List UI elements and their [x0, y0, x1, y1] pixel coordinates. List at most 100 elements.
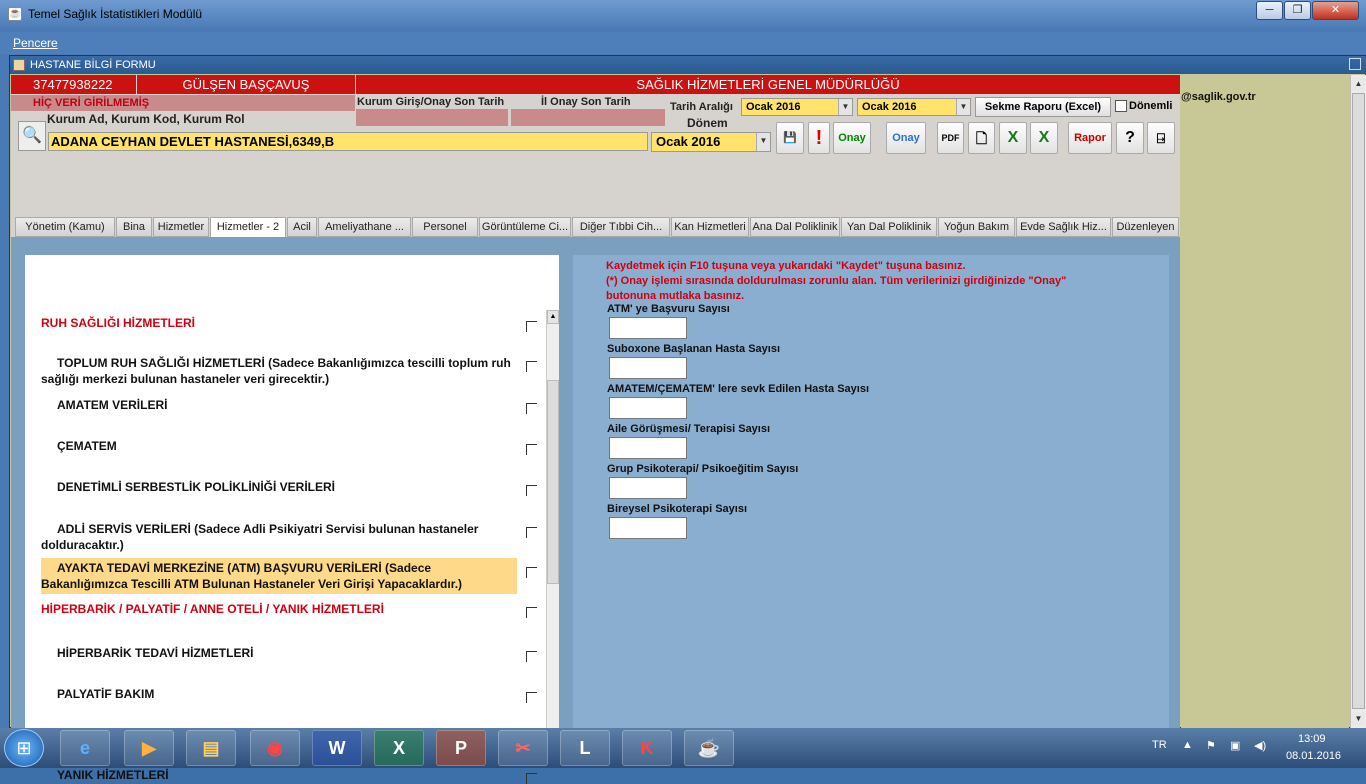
section-item[interactable]: ÇEMATEM — [41, 438, 511, 454]
onay-button-blue[interactable]: Onay — [886, 122, 926, 154]
tab-14[interactable]: Düzenleyen — [1112, 217, 1179, 237]
scroll-down-icon[interactable]: ▼ — [1352, 712, 1365, 726]
section-checkbox[interactable] — [526, 651, 537, 662]
network-icon[interactable]: ▣ — [1230, 739, 1240, 752]
section-item[interactable]: YANIK HİZMETLERİ — [41, 767, 511, 783]
section-checkbox[interactable] — [526, 444, 537, 455]
field-input[interactable] — [609, 517, 687, 539]
section-item[interactable]: ADLİ SERVİS VERİLERİ (Sadece Adli Psikiy… — [41, 521, 511, 553]
language-indicator[interactable]: TR — [1152, 739, 1167, 751]
lync-icon[interactable]: L — [560, 730, 610, 766]
kaspersky-icon[interactable]: K — [622, 730, 672, 766]
tab-9[interactable]: Kan Hizmetleri — [671, 217, 749, 237]
save-instruction: Kaydetmek için F10 tuşuna veya yukarıdak… — [606, 260, 966, 272]
date-to-select[interactable]: Ocak 2016 ▼ — [857, 98, 971, 116]
excel-all-icon[interactable]: X — [1030, 122, 1058, 154]
hospital-field[interactable]: ADANA CEYHAN DEVLET HASTANESİ,6349,B — [48, 132, 648, 151]
start-button[interactable]: ⊞ — [4, 729, 44, 767]
word-icon[interactable]: W — [312, 730, 362, 766]
search-icon[interactable]: 🔍 — [18, 121, 46, 151]
section-item[interactable]: HİPERBARİK / PALYATİF / ANNE OTELİ / YAN… — [41, 601, 511, 617]
section-checkbox[interactable] — [526, 527, 537, 538]
powerpoint-icon[interactable]: P — [436, 730, 486, 766]
tab-13[interactable]: Evde Sağlık Hiz... — [1016, 217, 1111, 237]
section-item[interactable]: TOPLUM RUH SAĞLIĞI HİZMETLERİ (Sadece Ba… — [41, 355, 511, 387]
tab-3[interactable]: Hizmetler - 2 — [210, 217, 286, 237]
section-item[interactable]: AYAKTA TEDAVİ MERKEZİNE (ATM) BAŞVURU VE… — [41, 558, 517, 594]
section-item[interactable]: HİPERBARİK TEDAVİ HİZMETLERİ — [41, 645, 511, 661]
section-checkbox[interactable] — [526, 321, 537, 332]
date-from-select[interactable]: Ocak 2016 ▼ — [741, 98, 853, 116]
excel-icon[interactable]: X — [999, 122, 1027, 154]
excel-icon[interactable]: X — [374, 730, 424, 766]
flag-icon[interactable]: ⚑ — [1206, 739, 1216, 752]
section-checkbox[interactable] — [526, 607, 537, 618]
restore-button[interactable]: ❐ — [1284, 1, 1311, 20]
tab-5[interactable]: Ameliyathane ... — [318, 217, 411, 237]
help-icon[interactable]: ? — [1116, 122, 1144, 154]
save-floppy-icon[interactable]: 💾 — [776, 122, 804, 154]
scroll-thumb[interactable] — [1352, 93, 1365, 709]
document-icon[interactable]: 🗋 — [968, 122, 995, 154]
field-input[interactable] — [609, 397, 687, 419]
right-scrollbar[interactable]: ▲ ▼ — [1350, 75, 1366, 728]
folder-icon[interactable]: ▤ — [186, 730, 236, 766]
field-label: AMATEM/ÇEMATEM' lere sevk Edilen Hasta S… — [607, 383, 870, 395]
warning-icon[interactable]: ! — [808, 122, 830, 154]
field-label: Grup Psikoterapi/ Psikoeğitim Sayısı — [607, 463, 799, 475]
tray-chevron-icon[interactable]: ▲ — [1182, 739, 1193, 751]
media-player-icon[interactable]: ▶ — [124, 730, 174, 766]
window-titlebar[interactable]: ☕ Temel Sağlık İstatistikleri Modülü ─ ❐… — [0, 0, 1366, 30]
tab-0[interactable]: Yönetim (Kamu) — [15, 217, 115, 237]
frame-maximize-icon[interactable] — [1349, 58, 1361, 70]
pdf-icon[interactable]: PDF — [937, 122, 964, 154]
rapor-button[interactable]: Rapor — [1068, 122, 1112, 154]
internal-frame: HASTANE BİLGİ FORMU 37477938222 GÜLŞEN B… — [9, 55, 1366, 784]
scroll-up-icon[interactable]: ▲ — [1352, 77, 1365, 91]
section-item[interactable]: RUH SAĞLIĞI HİZMETLERİ — [41, 315, 511, 331]
tab-6[interactable]: Personel — [412, 217, 478, 237]
section-checkbox[interactable] — [526, 361, 537, 372]
section-item[interactable]: PALYATİF BAKIM — [41, 686, 511, 702]
section-checkbox[interactable] — [526, 485, 537, 496]
scroll-thumb[interactable] — [547, 380, 559, 584]
exit-door-icon[interactable]: ⍈ — [1147, 122, 1175, 154]
section-item[interactable]: DENETİMLİ SERBESTLİK POLİKLİNİĞİ VERİLER… — [41, 479, 511, 495]
onay-button-green[interactable]: Onay — [833, 122, 871, 154]
ie-icon[interactable]: e — [60, 730, 110, 766]
section-checkbox[interactable] — [526, 567, 537, 578]
section-item[interactable]: AMATEM VERİLERİ — [41, 397, 511, 413]
clock-time[interactable]: 13:09 — [1298, 733, 1326, 745]
kurum-giris-value — [356, 109, 508, 126]
sekme-raporu-button[interactable]: Sekme Raporu (Excel) — [975, 97, 1111, 117]
scroll-up-icon[interactable]: ▲ — [547, 310, 559, 324]
menu-pencere[interactable]: Pencere — [13, 36, 58, 50]
tab-7[interactable]: Görüntüleme Ci... — [479, 217, 571, 237]
field-input[interactable] — [609, 317, 687, 339]
donem-select[interactable]: Ocak 2016 ▼ — [651, 132, 771, 152]
tab-11[interactable]: Yan Dal Poliklinik — [841, 217, 937, 237]
volume-icon[interactable]: ◀) — [1254, 739, 1266, 752]
section-checkbox[interactable] — [526, 692, 537, 703]
tab-2[interactable]: Hizmetler — [153, 217, 209, 237]
close-button[interactable]: ✕ — [1312, 1, 1359, 20]
java-icon[interactable]: ☕ — [684, 730, 734, 766]
tab-8[interactable]: Diğer Tıbbi Cih... — [572, 217, 670, 237]
donemli-checkbox[interactable] — [1115, 100, 1127, 112]
tab-12[interactable]: Yoğun Bakım — [938, 217, 1015, 237]
tab-10[interactable]: Ana Dal Poliklinik — [750, 217, 840, 237]
field-input[interactable] — [609, 357, 687, 379]
section-checkbox[interactable] — [526, 403, 537, 414]
tab-4[interactable]: Acil — [287, 217, 317, 237]
menu-bar: Pencere — [0, 32, 1366, 54]
snipping-tool-icon[interactable]: ✂ — [498, 730, 548, 766]
internal-frame-header[interactable]: HASTANE BİLGİ FORMU — [10, 56, 1366, 74]
minimize-button[interactable]: ─ — [1256, 1, 1283, 20]
section-checkbox[interactable] — [526, 773, 537, 784]
left-scrollbar[interactable]: ▲ — [546, 310, 559, 728]
field-input[interactable] — [609, 437, 687, 459]
field-input[interactable] — [609, 477, 687, 499]
chrome-icon[interactable]: ◉ — [250, 730, 300, 766]
clock-date[interactable]: 08.01.2016 — [1286, 750, 1341, 762]
tab-1[interactable]: Bina — [116, 217, 152, 237]
